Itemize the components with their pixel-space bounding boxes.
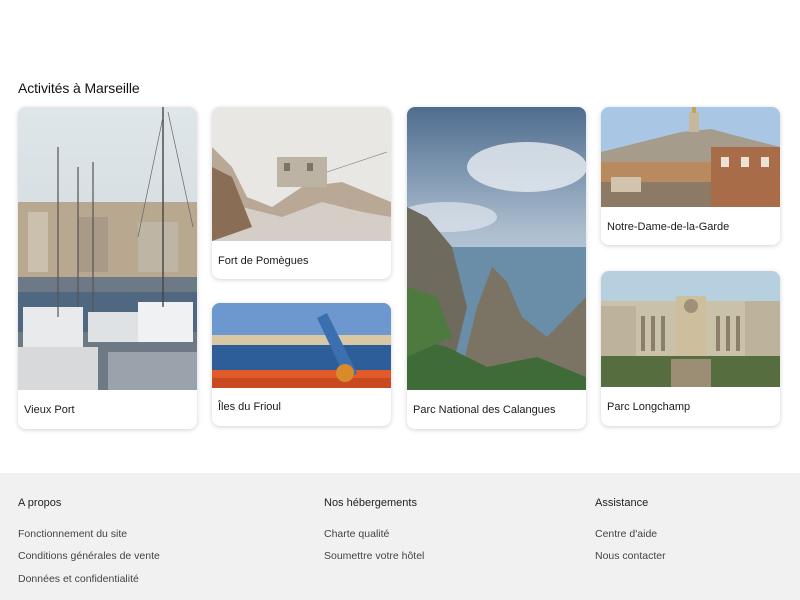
card-label: Parc Longchamp bbox=[607, 401, 691, 413]
footer-link-contact[interactable]: Nous contacter bbox=[595, 550, 666, 562]
parc-national-des-calangues-photo bbox=[407, 107, 586, 390]
card-label: Vieux Port bbox=[24, 404, 75, 416]
card-label: Îles du Frioul bbox=[218, 401, 281, 413]
activity-card-parc-national-des-calangues[interactable]: Parc National des Calangues bbox=[407, 107, 586, 429]
footer-link-soumettre[interactable]: Soumettre votre hôtel bbox=[324, 550, 424, 562]
activity-card-iles-du-frioul[interactable]: Îles du Frioul bbox=[212, 303, 391, 426]
section-title: Activités à Marseille bbox=[18, 80, 140, 96]
footer-link-donnees[interactable]: Données et confidentialité bbox=[18, 573, 139, 585]
card-label: Fort de Pomègues bbox=[218, 255, 309, 267]
activity-card-vieux-port[interactable]: Vieux Port bbox=[18, 107, 197, 429]
footer-link-centre-aide[interactable]: Centre d'aide bbox=[595, 528, 657, 540]
footer-link-conditions[interactable]: Conditions générales de vente bbox=[18, 550, 160, 562]
footer-column-title: Nos hébergements bbox=[324, 497, 417, 509]
notre-dame-de-la-garde-photo bbox=[601, 107, 780, 207]
card-label: Notre-Dame-de-la-Garde bbox=[607, 221, 730, 233]
footer-column-title: Assistance bbox=[595, 497, 649, 509]
footer-column-title: A propos bbox=[18, 497, 62, 509]
vieux-port-photo bbox=[18, 107, 197, 390]
activity-card-parc-longchamp[interactable]: Parc Longchamp bbox=[601, 271, 780, 426]
card-label: Parc National des Calangues bbox=[413, 404, 556, 416]
iles-du-frioul-photo bbox=[212, 303, 391, 388]
parc-longchamp-photo bbox=[601, 271, 780, 387]
activity-card-fort-de-pomegues[interactable]: Fort de Pomègues bbox=[212, 107, 391, 279]
site-footer: A propos Fonctionnement du site Conditio… bbox=[0, 473, 800, 600]
footer-link-charte[interactable]: Charte qualité bbox=[324, 528, 389, 540]
activity-card-notre-dame-de-la-garde[interactable]: Notre-Dame-de-la-Garde bbox=[601, 107, 780, 245]
fort-de-pomegues-photo bbox=[212, 107, 391, 241]
footer-link-fonctionnement[interactable]: Fonctionnement du site bbox=[18, 528, 127, 540]
